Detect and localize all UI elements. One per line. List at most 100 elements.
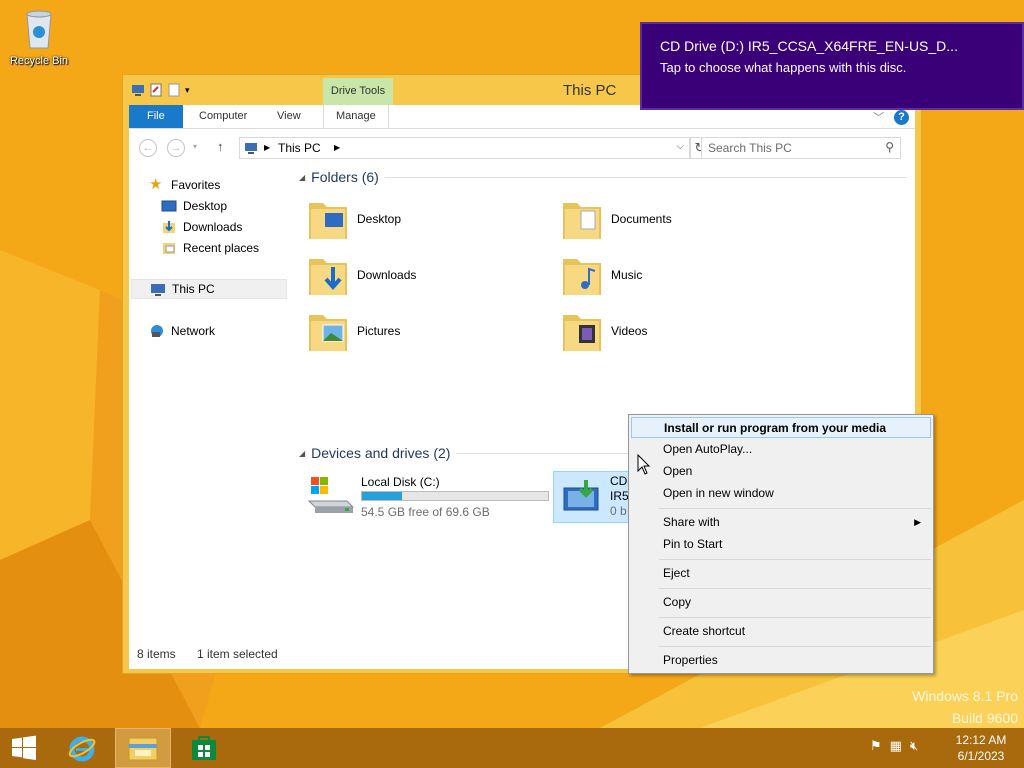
nav-network-label: Network — [171, 324, 216, 338]
nav-network[interactable]: Network — [149, 321, 215, 341]
taskbar-store[interactable] — [176, 728, 232, 768]
folder-videos-label: Videos — [611, 324, 648, 338]
documents-folder-icon — [563, 203, 601, 239]
menu-install-run[interactable]: Install or run program from your media — [631, 417, 931, 438]
back-arrow-icon: ← — [142, 142, 154, 154]
local-disk-name: Local Disk (C:) — [361, 475, 440, 489]
search-box[interactable]: ⚲ — [701, 137, 901, 159]
folder-downloads[interactable]: Downloads — [307, 251, 416, 299]
star-icon: ★ — [149, 176, 163, 193]
customize-chevron-icon[interactable]: ▾ — [185, 83, 195, 97]
store-icon — [192, 736, 216, 760]
nav-desktop-label: Desktop — [183, 199, 228, 213]
folder-downloads-label: Downloads — [357, 268, 417, 282]
search-icon: ⚲ — [885, 140, 894, 154]
menu-share-with[interactable]: Share with ▶ — [631, 512, 931, 533]
taskbar-file-explorer[interactable] — [115, 728, 171, 768]
menu-copy[interactable]: Copy — [631, 592, 931, 613]
folder-pictures[interactable]: Pictures — [307, 307, 400, 355]
folder-desktop-label: Desktop — [357, 212, 402, 226]
network-status-icon[interactable]: ▦ — [890, 738, 902, 754]
taskbar-clock[interactable]: 12:12 AM 6/1/2023 — [946, 732, 1016, 764]
recent-places-icon — [161, 240, 177, 256]
back-button[interactable]: ← — [139, 139, 157, 157]
recent-locations-chevron-icon[interactable]: ▾ — [193, 142, 197, 151]
nav-desktop[interactable]: Desktop — [161, 196, 227, 216]
recycle-bin-shortcut[interactable]: Recycle Bin — [6, 6, 72, 67]
cd-drive-size: 0 b — [610, 504, 627, 518]
address-dropdown-icon[interactable]: ⌵ — [676, 141, 684, 152]
menu-create-shortcut[interactable]: Create shortcut — [631, 621, 931, 642]
collapse-arrow-icon[interactable]: ◢ — [299, 173, 305, 182]
downloads-folder-icon — [309, 259, 347, 295]
ribbon-controls: ﹀ ? — [873, 109, 909, 125]
computer-icon[interactable] — [131, 83, 145, 97]
recycle-bin-label: Recycle Bin — [9, 55, 69, 67]
folder-documents-label: Documents — [611, 212, 672, 226]
desktop-folder-icon — [309, 203, 347, 239]
menu-open[interactable]: Open — [631, 461, 931, 482]
folder-music-label: Music — [611, 268, 643, 282]
tab-manage[interactable]: Manage — [323, 105, 389, 128]
folder-videos[interactable]: Videos — [561, 307, 647, 355]
action-center-flag-icon[interactable]: ⚑ — [870, 738, 882, 754]
nav-downloads[interactable]: Downloads — [161, 217, 242, 237]
navigation-pane: ★ Favorites Desktop Downloads Recent pla… — [129, 165, 289, 635]
internet-explorer-icon — [68, 736, 96, 762]
local-disk-usage-bar — [361, 491, 549, 501]
tab-computer[interactable]: Computer — [187, 105, 259, 128]
window-title: This PC — [563, 82, 617, 99]
local-disk-free-space: 54.5 GB free of 69.6 GB — [361, 505, 490, 519]
status-selected: 1 item selected — [197, 647, 278, 661]
clock-time: 12:12 AM — [955, 733, 1007, 747]
menu-pin-to-start[interactable]: Pin to Start — [631, 534, 931, 555]
cd-drive-icon — [563, 480, 599, 511]
tab-file[interactable]: File — [129, 105, 183, 128]
folders-group-header[interactable]: ◢ Folders (6) — [299, 169, 907, 185]
help-icon[interactable]: ? — [894, 109, 909, 125]
menu-separator — [659, 646, 931, 647]
up-arrow-icon: ↑ — [217, 139, 224, 154]
expand-ribbon-chevron-icon[interactable]: ﹀ — [873, 109, 884, 125]
menu-separator — [659, 508, 931, 509]
address-path[interactable]: This PC — [278, 141, 321, 155]
menu-open-new-window[interactable]: Open in new window — [631, 483, 931, 504]
recycle-bin-icon — [26, 10, 52, 49]
system-tray: ⚑ ▦ 🔇︎ — [870, 738, 918, 754]
autoplay-toast-notification[interactable]: CD Drive (D:) IR5_CCSA_X64FRE_EN-US_D...… — [640, 22, 1024, 110]
drive-local-disk-c[interactable]: Local Disk (C:) 54.5 GB free of 69.6 GB — [303, 471, 553, 519]
forward-button[interactable]: → — [167, 139, 185, 157]
nav-this-pc[interactable]: This PC — [131, 279, 287, 299]
nav-favorites[interactable]: ★ Favorites — [149, 175, 220, 195]
up-button[interactable]: ↑ — [217, 139, 224, 154]
properties-icon[interactable] — [149, 83, 163, 97]
folder-desktop[interactable]: Desktop — [307, 195, 401, 243]
quick-access-toolbar: ▾ — [131, 83, 195, 97]
start-button[interactable] — [0, 728, 48, 768]
new-folder-icon[interactable] — [167, 83, 181, 97]
collapse-arrow-icon[interactable]: ◢ — [299, 449, 305, 458]
menu-open-autoplay[interactable]: Open AutoPlay... — [631, 439, 931, 460]
nav-downloads-label: Downloads — [183, 220, 243, 234]
taskbar-internet-explorer[interactable] — [54, 728, 110, 768]
menu-share-with-label: Share with — [663, 515, 720, 529]
folder-documents[interactable]: Documents — [561, 195, 672, 243]
cd-drive-label: IR5 — [610, 489, 629, 503]
tab-view[interactable]: View — [265, 105, 313, 128]
submenu-arrow-icon: ▶ — [914, 517, 921, 527]
videos-folder-icon — [563, 315, 601, 351]
menu-separator — [659, 588, 931, 589]
volume-muted-icon[interactable]: 🔇︎ — [910, 738, 918, 754]
address-bar[interactable]: ▶ This PC ▶ ⌵ — [239, 137, 691, 159]
folder-music[interactable]: Music — [561, 251, 642, 299]
watermark-build: Build 9600 — [951, 710, 1018, 726]
desktop-icon — [161, 198, 177, 214]
breadcrumb-chevron-icon[interactable]: ▶ — [334, 143, 340, 152]
network-icon — [149, 323, 165, 339]
nav-recent-places[interactable]: Recent places — [161, 238, 259, 258]
clock-date: 6/1/2023 — [957, 749, 1005, 763]
menu-eject[interactable]: Eject — [631, 563, 931, 584]
pictures-folder-icon — [309, 315, 347, 351]
search-input[interactable] — [708, 141, 868, 155]
menu-properties[interactable]: Properties — [631, 650, 931, 671]
